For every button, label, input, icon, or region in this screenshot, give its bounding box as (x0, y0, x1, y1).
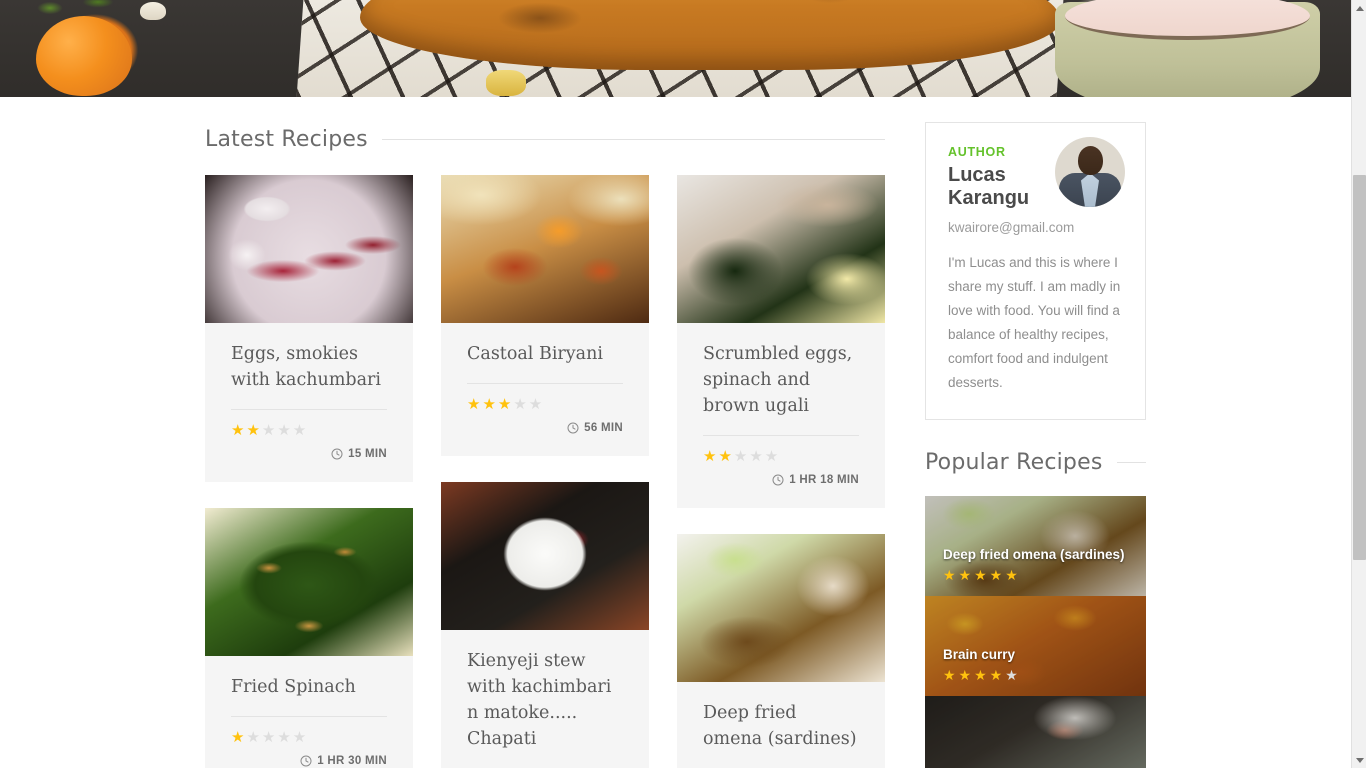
author-name: Lucas Karangu (948, 164, 1030, 209)
bread-crumb (486, 70, 526, 96)
recipe-rating: ★★★★★ (231, 729, 309, 746)
recipe-card[interactable]: Deep fried omena (sardines) (677, 534, 885, 768)
sidebar: AUTHOR Lucas Karangu kwairore@gmail.com … (925, 122, 1146, 768)
author-bio: I'm Lucas and this is where I share my s… (948, 255, 1121, 390)
recipe-rating: ★★★★★ (467, 396, 545, 413)
photo-overlay (925, 696, 1146, 768)
recipe-title[interactable]: Eggs, smokies with kachumbari (231, 341, 387, 393)
card-divider (703, 435, 859, 436)
recipe-rating: ★★★★★ (703, 448, 781, 465)
vertical-scrollbar[interactable] (1351, 0, 1366, 768)
recipe-card[interactable]: Eggs, smokies with kachumbari ★★★★★ 15 M… (205, 175, 413, 482)
popular-recipe-item[interactable] (925, 696, 1146, 768)
popular-recipe-list: Deep fried omena (sardines) ★★★★★ Brain … (925, 496, 1146, 768)
recipe-photo-deep-fried-omena[interactable] (677, 534, 885, 682)
recipe-title[interactable]: Deep fried omena (sardines) (703, 700, 859, 752)
popular-recipes-section: Popular Recipes Deep fried omena (sardin… (925, 450, 1146, 768)
latest-recipes-section: Latest Recipes Eggs, smokies with kachum… (205, 127, 885, 768)
header-divider (381, 139, 885, 140)
cook-time-label: 56 MIN (584, 422, 623, 434)
hero-food-photo (0, 0, 1351, 97)
recipe-photo-scrumbled-eggs-spinach-ugali[interactable] (677, 175, 885, 323)
recipe-title[interactable]: Fried Spinach (231, 674, 387, 700)
tomato (36, 16, 132, 96)
recipe-photo-kienyeji-stew[interactable] (441, 482, 649, 630)
recipe-card[interactable]: Kienyeji stew with kachimbari n matoke..… (441, 482, 649, 768)
clock-icon (567, 422, 579, 434)
herbs (20, 0, 140, 20)
cook-time-label: 1 HR 30 MIN (317, 755, 387, 767)
avatar (1055, 137, 1125, 207)
garlic-clove (140, 2, 166, 20)
page-content: Latest Recipes Eggs, smokies with kachum… (0, 97, 1351, 768)
hero-banner-image (0, 0, 1351, 97)
popular-recipe-title[interactable]: Brain curry (943, 646, 1132, 664)
latest-recipes-header: Latest Recipes (205, 127, 885, 152)
popular-recipes-header: Popular Recipes (925, 450, 1146, 475)
popular-recipe-rating: ★★★★★ (943, 667, 1021, 683)
recipe-rating: ★★★★★ (231, 422, 309, 439)
popular-recipe-item[interactable]: Brain curry ★★★★★ (925, 596, 1146, 696)
latest-recipes-title: Latest Recipes (205, 127, 368, 152)
author-email[interactable]: kwairore@gmail.com (948, 220, 1123, 235)
recipe-cook-time: 1 HR 18 MIN (703, 474, 859, 486)
recipe-title[interactable]: Kienyeji stew with kachimbari n matoke..… (467, 648, 623, 752)
recipe-cook-time: 56 MIN (467, 422, 623, 434)
recipe-cook-time: 15 MIN (231, 448, 387, 460)
popular-recipe-title[interactable]: Deep fried omena (sardines) (943, 546, 1132, 564)
author-card: AUTHOR Lucas Karangu kwairore@gmail.com … (925, 122, 1146, 420)
popular-recipes-title: Popular Recipes (925, 450, 1103, 475)
scroll-up-arrow-icon[interactable] (1352, 0, 1366, 16)
recipe-grid: Eggs, smokies with kachumbari ★★★★★ 15 M… (205, 175, 885, 768)
recipe-card[interactable]: Scrumbled eggs, spinach and brown ugali … (677, 175, 885, 508)
cook-time-label: 15 MIN (348, 448, 387, 460)
clock-icon (772, 474, 784, 486)
cook-time-label: 1 HR 18 MIN (789, 474, 859, 486)
recipe-photo-eggs-smokies-kachumbari[interactable] (205, 175, 413, 323)
browser-viewport: Latest Recipes Eggs, smokies with kachum… (0, 0, 1366, 768)
popular-recipe-item[interactable]: Deep fried omena (sardines) ★★★★★ (925, 496, 1146, 596)
recipe-title[interactable]: Castoal Biryani (467, 341, 623, 367)
scrollbar-thumb[interactable] (1353, 175, 1366, 560)
scroll-down-arrow-icon[interactable] (1352, 752, 1366, 768)
header-divider (1116, 462, 1146, 463)
recipe-photo-fried-spinach[interactable] (205, 508, 413, 656)
recipe-title[interactable]: Scrumbled eggs, spinach and brown ugali (703, 341, 859, 419)
popular-recipe-rating: ★★★★★ (943, 567, 1021, 583)
card-divider (231, 409, 387, 410)
recipe-card[interactable]: Fried Spinach ★★★★★ 1 HR 30 MIN (205, 508, 413, 768)
ceramic-bowl (1055, 0, 1320, 97)
clock-icon (300, 755, 312, 767)
recipe-card[interactable]: Castoal Biryani ★★★★★ 56 MIN (441, 175, 649, 456)
card-divider (231, 716, 387, 717)
recipe-cook-time: 1 HR 30 MIN (231, 755, 387, 767)
recipe-photo-castoal-biryani[interactable] (441, 175, 649, 323)
card-divider (467, 383, 623, 384)
clock-icon (331, 448, 343, 460)
